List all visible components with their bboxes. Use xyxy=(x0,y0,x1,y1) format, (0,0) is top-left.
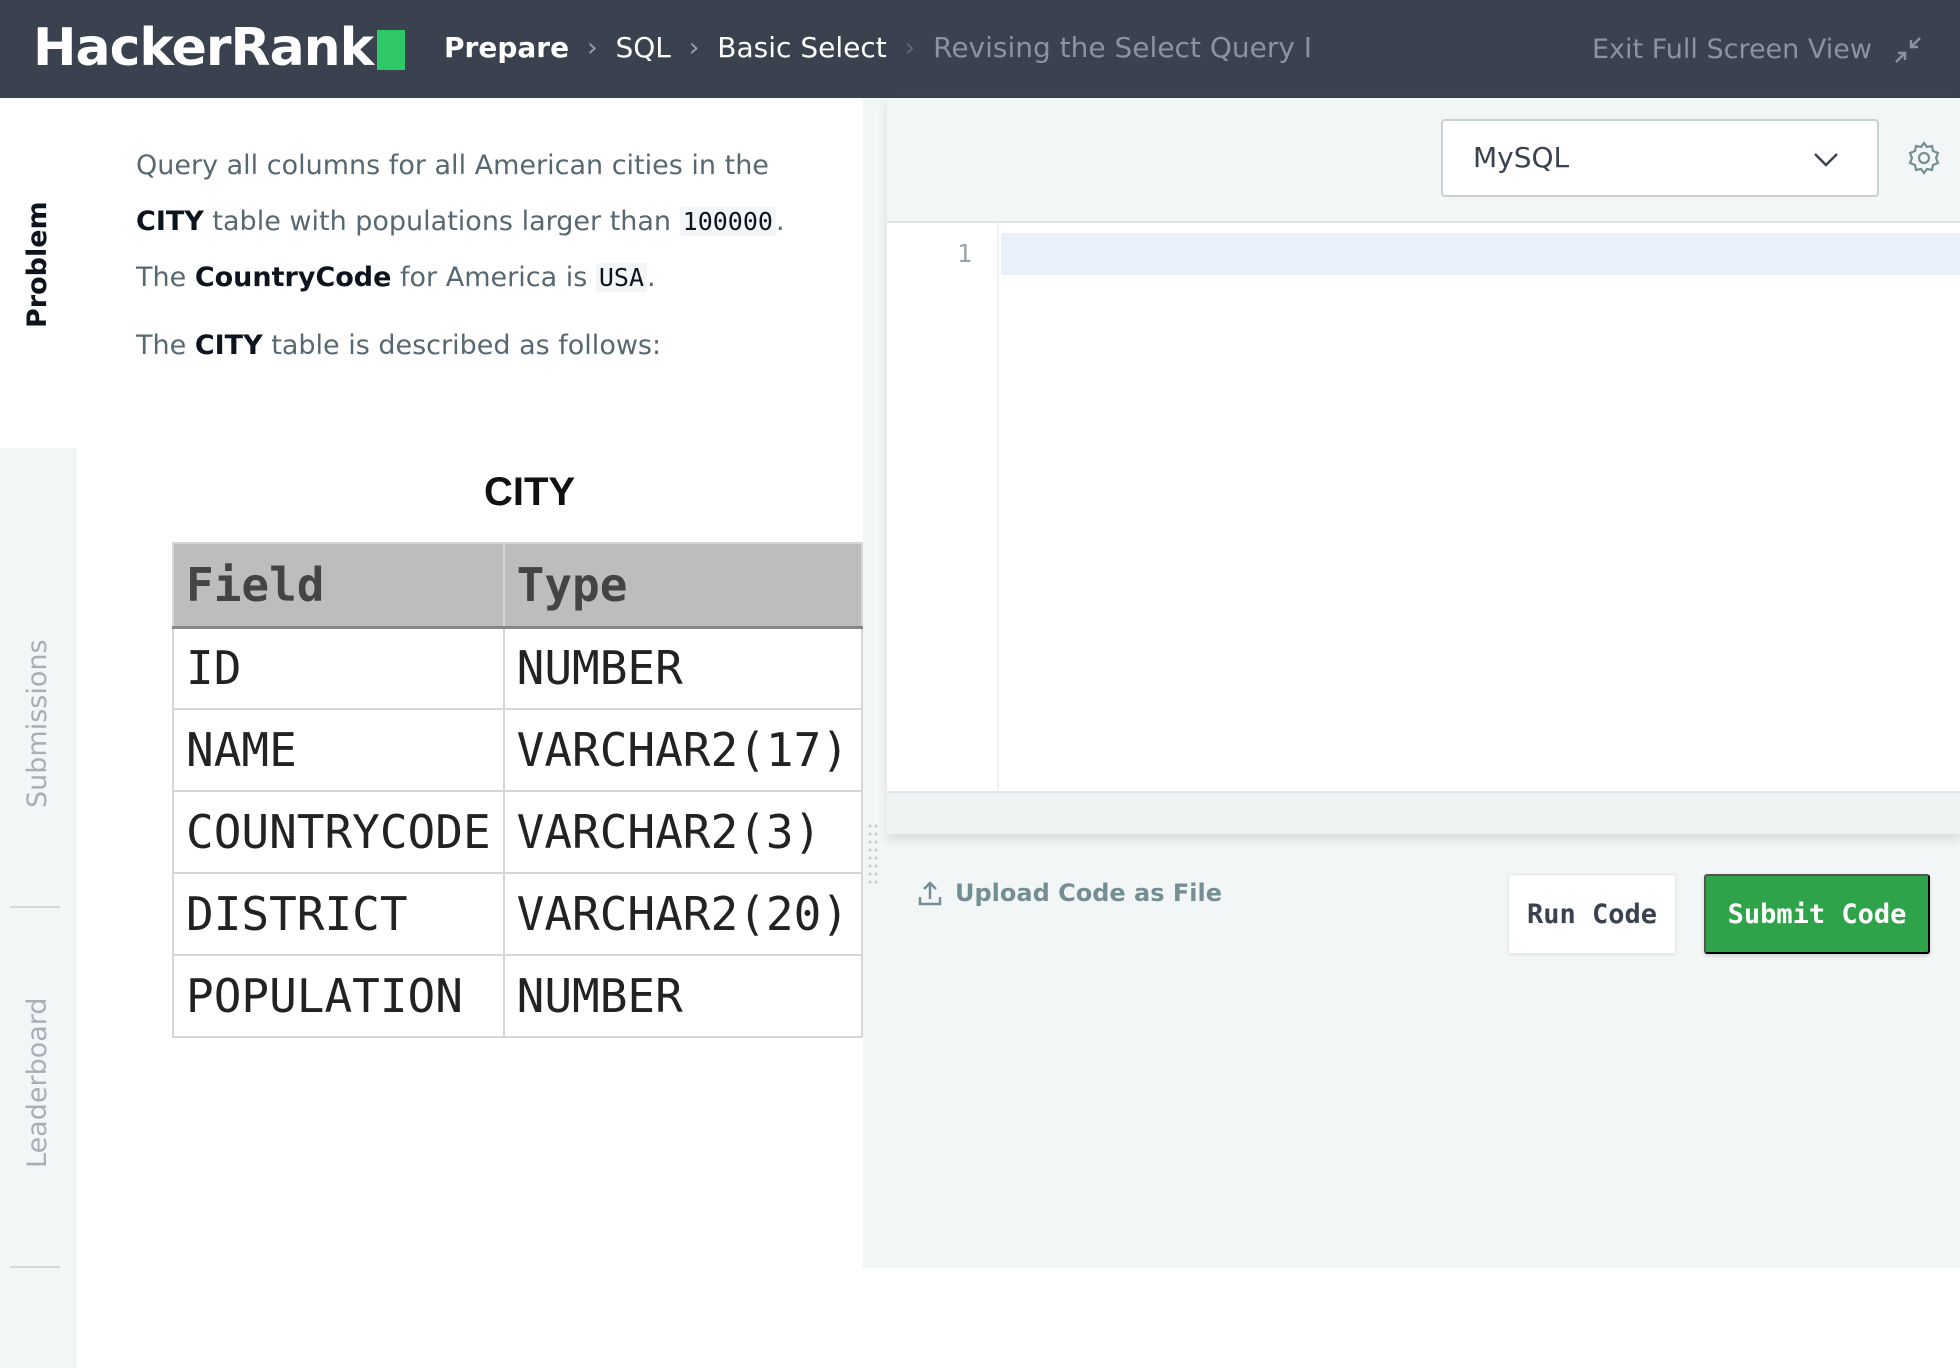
upload-code-label: Upload Code as File xyxy=(955,879,1222,907)
tab-problem-label: Problem xyxy=(22,201,53,328)
resize-handle[interactable] xyxy=(868,822,878,886)
table-row: DISTRICT VARCHAR2(20) xyxy=(172,872,863,956)
editor-status-bar xyxy=(887,791,1960,834)
table-row: ID NUMBER xyxy=(172,626,863,710)
minimize-arrows-icon[interactable] xyxy=(1892,34,1924,66)
exit-full-screen-link[interactable]: Exit Full Screen View xyxy=(1592,30,1872,70)
table-row: NAME VARCHAR2(17) xyxy=(172,708,863,792)
usa-code: USA xyxy=(595,263,648,292)
type-cell: VARCHAR2(17) xyxy=(502,708,863,792)
header-field: Field xyxy=(172,542,505,629)
tab-problem[interactable]: Problem xyxy=(0,98,76,448)
tab-submissions[interactable]: Submissions xyxy=(22,639,54,808)
logo-text: HackerRank xyxy=(33,18,374,78)
problem-text-line-3: The CountryCode for America is USA. xyxy=(136,258,656,298)
problem-text-line-2: CITY table with populations larger than … xyxy=(136,202,785,242)
punctuation: . xyxy=(775,206,785,237)
countrycode-field-name: CountryCode xyxy=(194,262,392,293)
type-cell: VARCHAR2(20) xyxy=(502,872,863,956)
problem-description-panel: Query all columns for all American citie… xyxy=(76,98,863,1268)
line-number-gutter: 1 xyxy=(887,223,999,793)
problem-text: The xyxy=(136,262,195,293)
breadcrumb: Prepare › SQL › Basic Select › Revising … xyxy=(444,28,1312,68)
upload-icon xyxy=(918,881,942,906)
language-select-value: MySQL xyxy=(1473,141,1570,174)
problem-text-line-1: Query all columns for all American citie… xyxy=(136,146,769,186)
chevron-right-icon: › xyxy=(688,33,700,63)
logo-green-block xyxy=(377,30,406,70)
upload-code-button[interactable]: Upload Code as File xyxy=(917,879,1222,907)
punctuation: . xyxy=(647,262,656,293)
tab-divider xyxy=(10,906,60,908)
field-cell: ID xyxy=(172,626,505,710)
field-cell: DISTRICT xyxy=(172,872,505,956)
type-cell: NUMBER xyxy=(502,954,863,1038)
table-row: COUNTRYCODE VARCHAR2(3) xyxy=(172,790,863,874)
top-navigation-bar: HackerRank Prepare › SQL › Basic Select … xyxy=(0,0,1960,98)
chevron-right-icon: › xyxy=(904,33,916,63)
chevron-down-icon xyxy=(1814,153,1838,167)
problem-text: table with populations larger than xyxy=(203,206,680,237)
field-cell: COUNTRYCODE xyxy=(172,790,505,874)
city-table-name: CITY xyxy=(136,206,204,237)
field-cell: POPULATION xyxy=(172,954,505,1038)
problem-text-line-4: The CITY table is described as follows: xyxy=(136,326,661,366)
table-header-row: Field Type xyxy=(172,542,863,629)
line-number: 1 xyxy=(957,239,973,268)
breadcrumb-current-challenge: Revising the Select Query I xyxy=(933,31,1313,64)
chevron-right-icon: › xyxy=(587,33,598,63)
gear-icon[interactable] xyxy=(1906,140,1942,176)
type-cell: VARCHAR2(3) xyxy=(502,790,863,874)
city-schema-table: Field Type ID NUMBER NAME VARCHAR2(17) C… xyxy=(172,542,863,1038)
tab-leaderboard[interactable]: Leaderboard xyxy=(22,997,54,1168)
side-tabs: Problem Submissions Leaderboard xyxy=(0,98,76,1368)
problem-text: table is described as follows: xyxy=(262,330,662,361)
breadcrumb-sql[interactable]: SQL xyxy=(615,28,670,68)
active-line-highlight xyxy=(1001,233,1960,275)
run-code-button[interactable]: Run Code xyxy=(1508,874,1676,954)
table-row: POPULATION NUMBER xyxy=(172,954,863,1038)
problem-text: The xyxy=(136,330,195,361)
field-cell: NAME xyxy=(172,708,505,792)
population-threshold-code: 100000 xyxy=(679,207,776,236)
code-editor[interactable]: 1 xyxy=(887,221,1960,793)
hackerrank-logo[interactable]: HackerRank xyxy=(33,18,406,78)
header-type: Type xyxy=(502,542,863,629)
problem-statement-text: Query all columns for all American citie… xyxy=(136,150,769,181)
submit-code-button[interactable]: Submit Code xyxy=(1704,874,1930,954)
city-table-name: CITY xyxy=(194,330,263,361)
inactive-tabs-area: Submissions Leaderboard xyxy=(0,448,76,1368)
table-title: CITY xyxy=(484,470,576,514)
language-select[interactable]: MySQL xyxy=(1441,119,1879,197)
problem-text: for America is xyxy=(391,262,596,293)
type-cell: NUMBER xyxy=(502,626,863,710)
breadcrumb-prepare[interactable]: Prepare xyxy=(444,28,569,68)
breadcrumb-basic-select[interactable]: Basic Select xyxy=(717,28,886,68)
